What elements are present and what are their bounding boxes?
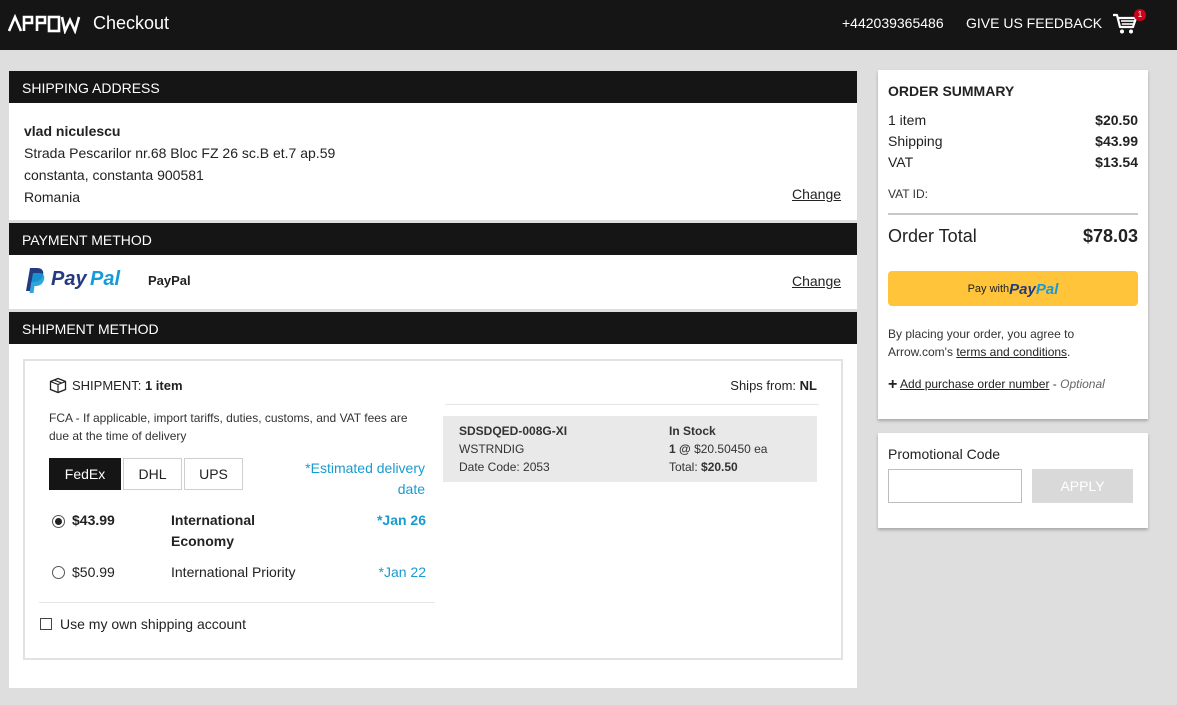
summary-row-label: 1 item (888, 112, 927, 128)
date-code: Date Code: 2053 (459, 460, 550, 474)
terms-agreement-end: . (1067, 345, 1071, 359)
phone-number[interactable]: +442039365486 (842, 15, 944, 31)
item-total-value: $20.50 (701, 460, 738, 474)
quantity-price: 1 @ $20.50450 ea (669, 440, 767, 458)
cart-button[interactable]: 1 (1112, 9, 1146, 37)
paypal-logo-text-pal: Pal (90, 268, 121, 290)
shipment-count: 1 item (144, 378, 183, 393)
checkout-main-panel: SHIPPING ADDRESS vlad niculescu Strada P… (9, 71, 857, 688)
own-shipping-account-label[interactable]: Use my own shipping account (60, 616, 246, 632)
promo-code-panel: Promotional Code APPLY (878, 433, 1148, 528)
summary-row-value: $20.50 (1095, 112, 1138, 128)
plus-icon[interactable]: + (888, 376, 897, 393)
manufacturer: WSTRNDIG (459, 442, 525, 456)
vat-id-label: VAT ID: (888, 187, 929, 201)
address-country: Romania (24, 189, 81, 205)
payment-method-name: PayPal (148, 273, 191, 288)
ships-from-divider (445, 404, 819, 405)
top-bar: Checkout +442039365486 GIVE US FEEDBACK … (0, 0, 1177, 50)
ships-from-label: Ships from: (730, 378, 797, 393)
item-unit-price: $20.50450 ea (694, 442, 768, 456)
order-total-label: Order Total (888, 226, 977, 246)
pay-with-paypal-button[interactable]: Pay withPayPal (888, 271, 1138, 306)
shipment-method-heading: SHIPMENT METHOD (9, 312, 857, 344)
carrier-tab-fedex[interactable]: FedEx (49, 458, 121, 490)
feedback-link[interactable]: GIVE US FEEDBACK (966, 15, 1102, 31)
paypal-p-icon (26, 268, 45, 293)
shipping-option-price: $43.99 (72, 512, 115, 528)
carrier-tab-ups[interactable]: UPS (184, 458, 243, 490)
shipping-option-radio-priority[interactable] (52, 566, 65, 579)
summary-row-label: VAT (888, 154, 914, 170)
stock-status: In Stock (669, 424, 716, 438)
apply-promo-button[interactable]: APPLY (1032, 469, 1133, 503)
line-item-pricing: In Stock 1 @ $20.50450 ea Total: $20.50 (669, 422, 767, 476)
shipment-summary: SHIPMENT: 1 item (72, 378, 183, 393)
po-optional-label: Optional (1060, 377, 1105, 391)
shipping-option-name: International Priority (171, 564, 296, 580)
options-divider (39, 602, 435, 603)
page-title: Checkout (93, 13, 170, 33)
paypal-brand-pay: Pay (1009, 280, 1036, 298)
promo-code-label: Promotional Code (888, 446, 1001, 462)
promo-code-input[interactable] (888, 469, 1022, 503)
shipping-option-radio-economy[interactable] (52, 515, 65, 528)
line-item: SDSDQED-008G-XI WSTRNDIG Date Code: 2053… (443, 416, 817, 482)
order-summary-panel: ORDER SUMMARY 1 item $20.50 Shipping $43… (878, 70, 1148, 419)
add-purchase-order-link[interactable]: Add purchase order number (900, 377, 1049, 391)
shipping-option-date: *Jan 22 (378, 564, 426, 580)
change-payment-link[interactable]: Change (792, 273, 841, 289)
address-line-1: Strada Pescarilor nr.68 Bloc FZ 26 sc.B … (24, 145, 336, 161)
line-item-details: SDSDQED-008G-XI WSTRNDIG Date Code: 2053 (459, 422, 567, 476)
carrier-tab-dhl[interactable]: DHL (123, 458, 182, 490)
part-number: SDSDQED-008G-XI (459, 424, 568, 438)
ships-from-value: NL (799, 378, 817, 393)
own-shipping-account-checkbox[interactable] (40, 618, 52, 630)
shipment-box: SHIPMENT: 1 item Ships from: NL FCA - If… (23, 359, 843, 660)
summary-row-value: $43.99 (1095, 133, 1138, 149)
shipping-option-name: International Economy (171, 512, 256, 549)
arrow-logo-mark (7, 13, 81, 36)
package-icon (49, 377, 67, 394)
shipping-address-block: vlad niculescu Strada Pescarilor nr.68 B… (24, 120, 335, 208)
pay-with-label: Pay with (967, 282, 1010, 295)
shipping-address-heading: SHIPPING ADDRESS (9, 71, 857, 103)
ships-from: Ships from: NL (730, 378, 817, 393)
item-total-label: Total: (669, 460, 698, 474)
terms-agreement: By placing your order, you agree to Arro… (888, 325, 1138, 361)
summary-row-label: Shipping (888, 133, 943, 149)
paypal-brand-pal: Pal (1035, 280, 1059, 298)
arrow-logo[interactable] (7, 13, 82, 37)
terms-and-conditions-link[interactable]: terms and conditions (956, 345, 1067, 359)
address-line-2: constanta, constanta 900581 (24, 167, 204, 183)
order-total-value: $78.03 (1082, 226, 1138, 246)
order-total: Order Total $78.03 (888, 226, 1138, 247)
summary-row: Shipping $43.99 (888, 133, 1138, 149)
summary-divider (888, 213, 1138, 215)
fca-note: FCA - If applicable, import tariffs, dut… (49, 411, 408, 443)
estimated-delivery-label: *Estimated delivery date (305, 460, 425, 497)
recipient-name: vlad niculescu (24, 123, 121, 139)
summary-row-value: $13.54 (1095, 154, 1138, 170)
item-quantity: 1 @ (669, 442, 691, 456)
purchase-order-row: + Add purchase order number - Optional (888, 376, 1105, 394)
po-dash: - (1052, 377, 1057, 391)
change-address-link[interactable]: Change (792, 186, 841, 202)
summary-row: 1 item $20.50 (888, 112, 1138, 128)
payment-method-heading: PAYMENT METHOD (9, 223, 857, 255)
cart-count-badge: 1 (1134, 9, 1146, 21)
shipping-option-date: *Jan 26 (376, 512, 426, 528)
order-summary-heading: ORDER SUMMARY (888, 83, 1015, 99)
shipment-prefix: SHIPMENT: (72, 378, 142, 393)
item-total: Total: $20.50 (669, 458, 767, 476)
summary-row: VAT $13.54 (888, 154, 1138, 170)
shipping-option-price: $50.99 (72, 564, 115, 580)
paypal-logo-text-pay: Pay (51, 268, 87, 290)
